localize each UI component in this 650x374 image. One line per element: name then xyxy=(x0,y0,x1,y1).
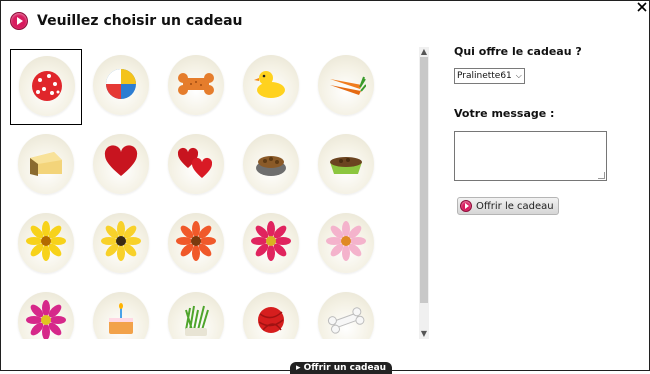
bone-biscuit-icon xyxy=(178,73,214,95)
carrots-icon xyxy=(330,76,366,95)
gift-red-heart[interactable] xyxy=(85,128,157,204)
gift-dialog: Veuillez choisir un cadeau ▲ ▼ Qui offre… xyxy=(0,0,650,371)
from-select[interactable]: Pralinette61 ⌵ xyxy=(454,68,525,84)
red-ball-icon xyxy=(32,71,62,101)
gift-yellow-daisy[interactable] xyxy=(10,207,82,283)
message-textarea[interactable] xyxy=(454,131,607,181)
scroll-thumb[interactable] xyxy=(420,57,428,303)
two-hearts-icon xyxy=(177,147,213,178)
gift-green-food-bowl[interactable] xyxy=(310,128,382,204)
gift-beach-ball[interactable] xyxy=(85,49,157,125)
gift-pale-pink-flower[interactable] xyxy=(310,207,382,283)
gift-pink-red-gerbera[interactable] xyxy=(235,207,307,283)
gift-form: Qui offre le cadeau ? Pralinette61 ⌵ Vot… xyxy=(454,45,644,215)
offer-a-gift-tab[interactable]: ▸ Offrir un cadeau xyxy=(290,362,393,374)
beach-ball-icon xyxy=(106,69,136,99)
gift-carrots[interactable] xyxy=(310,49,382,125)
gift-two-hearts[interactable] xyxy=(160,128,232,204)
resize-handle-icon[interactable] xyxy=(598,172,605,179)
magenta-flower-icon xyxy=(26,300,66,339)
food-bowl-icon xyxy=(256,156,286,176)
gift-cheese[interactable] xyxy=(10,128,82,204)
from-label: Qui offre le cadeau ? xyxy=(454,45,582,58)
bone-icon xyxy=(327,307,365,334)
yellow-gerbera-icon xyxy=(101,221,141,261)
duck-icon xyxy=(254,71,285,98)
gift-dog-bone-biscuit[interactable] xyxy=(160,49,232,125)
gift-orange-gerbera[interactable] xyxy=(160,207,232,283)
green-bowl-icon xyxy=(330,157,362,174)
gift-pet-food-bowl[interactable] xyxy=(235,128,307,204)
play-icon xyxy=(10,12,28,30)
gift-rubber-duck[interactable] xyxy=(235,49,307,125)
gift-birthday-cake[interactable] xyxy=(85,286,157,339)
cake-icon xyxy=(109,303,133,334)
play-icon xyxy=(460,200,472,212)
from-select-value: Pralinette61 xyxy=(457,71,512,81)
chevron-down-icon: ⌵ xyxy=(515,71,522,80)
gift-yellow-gerbera[interactable] xyxy=(85,207,157,283)
scroll-up-icon[interactable]: ▲ xyxy=(419,47,429,57)
scroll-down-icon[interactable]: ▼ xyxy=(419,329,429,339)
offer-gift-button[interactable]: Offrir le cadeau xyxy=(457,197,559,215)
gift-scrollbar[interactable]: ▲ ▼ xyxy=(419,47,429,339)
gift-magenta-flower[interactable] xyxy=(10,286,82,339)
close-icon[interactable] xyxy=(637,2,647,12)
cheese-icon xyxy=(30,152,62,176)
gift-yarn-ball[interactable] xyxy=(235,286,307,339)
orange-gerbera-icon xyxy=(176,221,216,261)
gift-white-bone[interactable] xyxy=(310,286,382,339)
dialog-title: Veuillez choisir un cadeau xyxy=(37,13,243,29)
dialog-header: Veuillez choisir un cadeau xyxy=(10,10,243,32)
gift-cat-grass[interactable] xyxy=(160,286,232,339)
yarn-ball-icon xyxy=(258,307,284,333)
pale-pink-flower-icon xyxy=(326,221,366,261)
heart-icon xyxy=(104,145,138,176)
gift-grid xyxy=(9,47,417,339)
grass-icon xyxy=(185,305,209,336)
offer-gift-button-label: Offrir le cadeau xyxy=(476,200,554,212)
message-label: Votre message : xyxy=(454,107,555,120)
yellow-daisy-icon xyxy=(26,221,66,261)
gift-red-ball[interactable] xyxy=(10,49,82,125)
pink-gerbera-icon xyxy=(251,221,291,261)
